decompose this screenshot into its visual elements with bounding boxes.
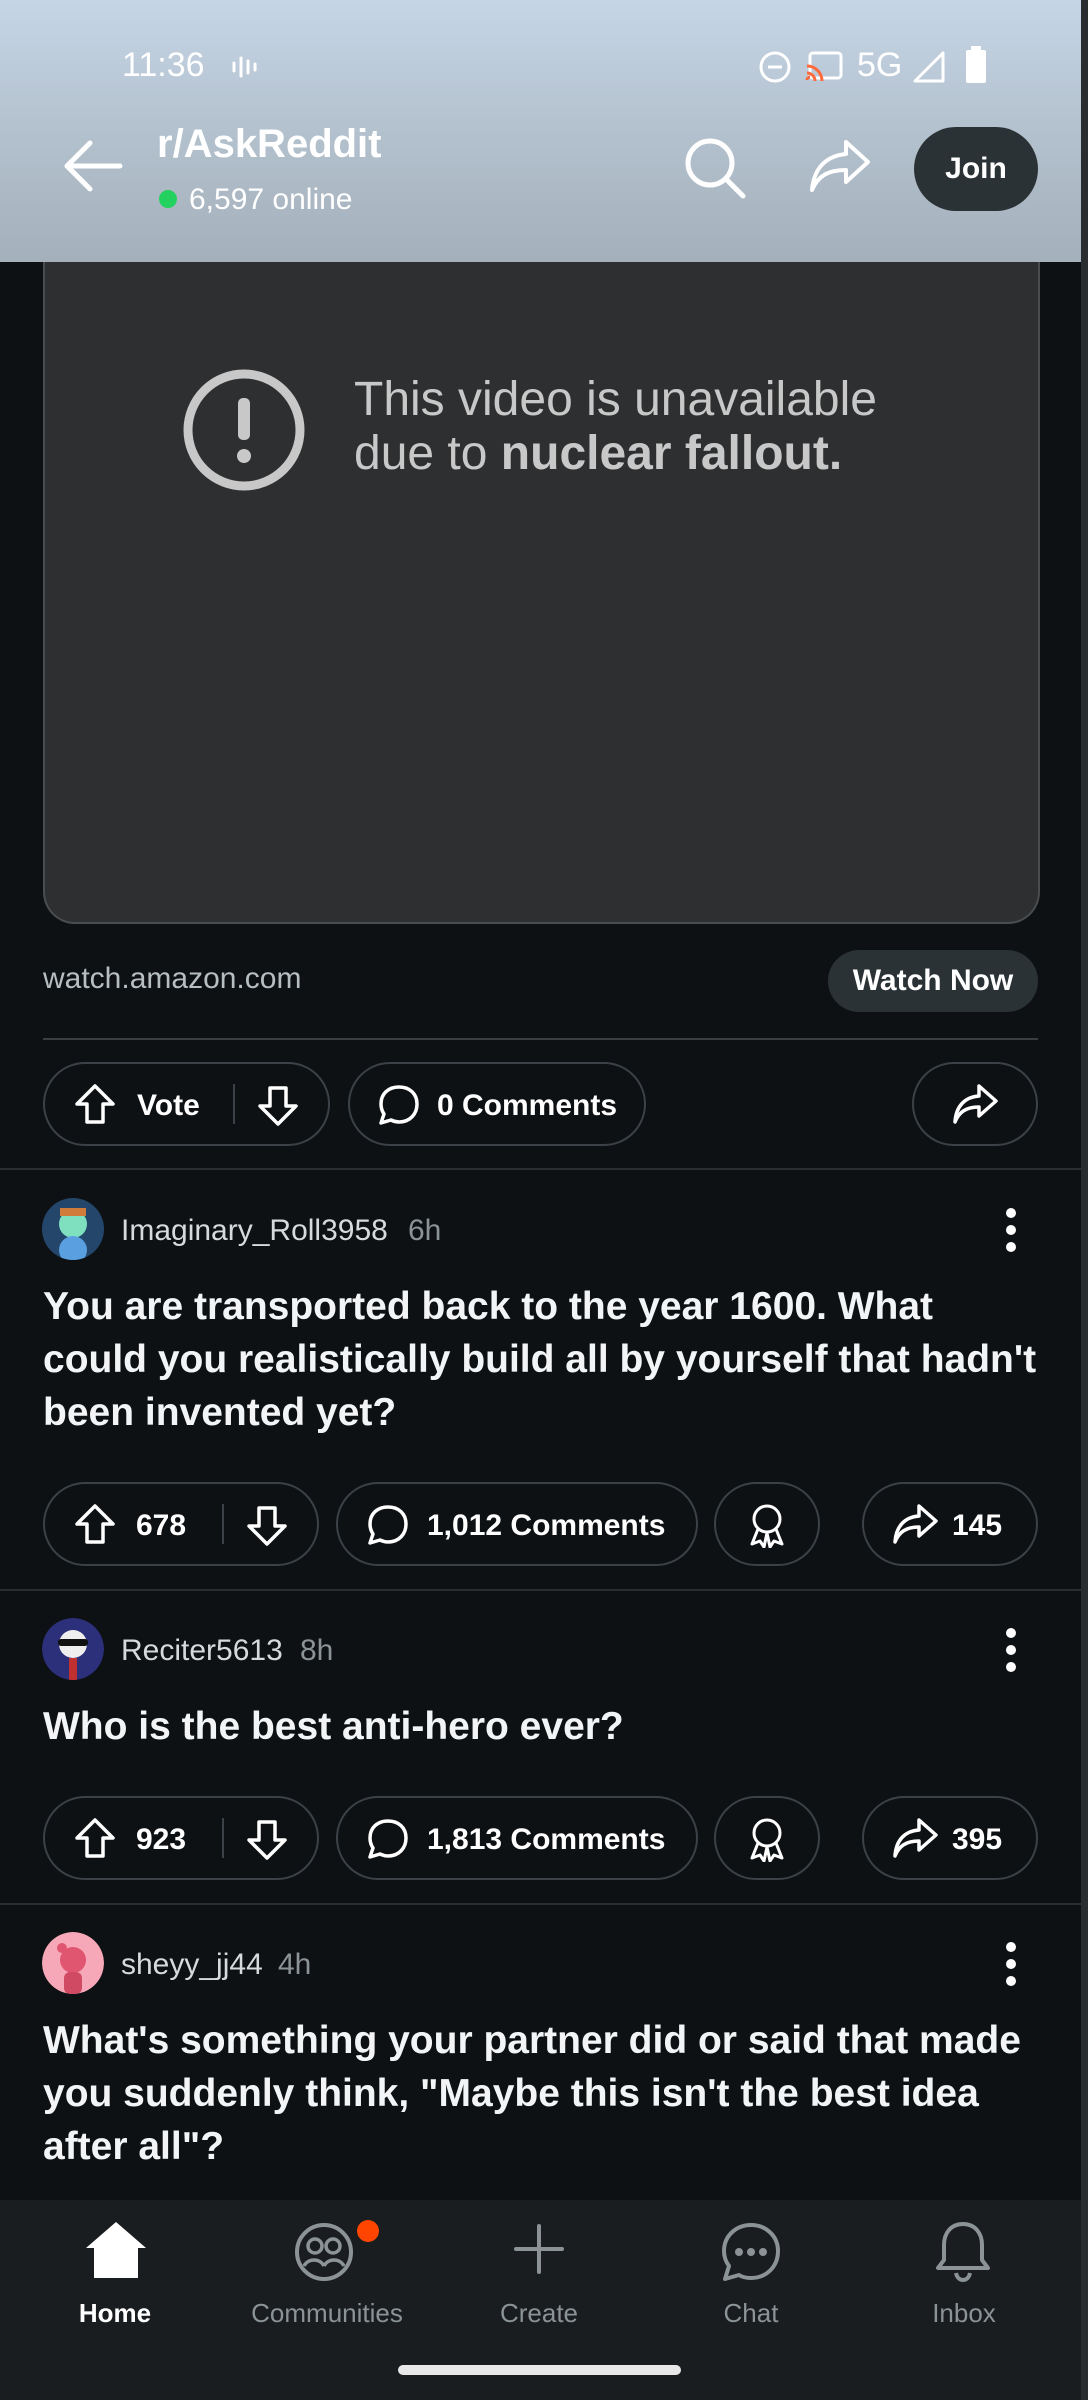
avatar[interactable] — [42, 1618, 104, 1680]
nav-home-label[interactable]: Home — [25, 2298, 205, 2329]
post-title[interactable]: What's something your partner did or sai… — [43, 2014, 1043, 2173]
notification-dot — [357, 2220, 379, 2242]
downvote-icon[interactable] — [245, 1818, 289, 1862]
vote-label: Vote — [137, 1089, 200, 1122]
watch-now-button[interactable]: Watch Now — [828, 950, 1038, 1012]
comment-icon — [377, 1083, 421, 1127]
upvote-icon[interactable] — [73, 1502, 117, 1546]
award-icon — [745, 1816, 789, 1862]
subreddit-name[interactable]: r/AskReddit — [157, 122, 382, 167]
more-options-icon[interactable] — [1004, 1941, 1018, 1987]
share-count: 145 — [952, 1509, 1003, 1542]
post-age: 6h — [408, 1214, 442, 1247]
gesture-bar[interactable] — [398, 2365, 681, 2375]
avatar[interactable] — [42, 1198, 104, 1260]
post-author[interactable]: sheyy_jj44 — [121, 1948, 263, 1982]
video-player[interactable] — [43, 262, 1040, 924]
nav-chat-label[interactable]: Chat — [661, 2298, 841, 2329]
inbox-bell-icon[interactable] — [934, 2220, 992, 2282]
link-domain[interactable]: watch.amazon.com — [43, 962, 301, 996]
nav-create-label[interactable]: Create — [449, 2298, 629, 2329]
online-count: 6,597 online — [189, 183, 353, 216]
comments-count: 1,813 Comments — [427, 1823, 666, 1856]
chat-icon[interactable] — [721, 2222, 781, 2282]
more-options-icon[interactable] — [1004, 1627, 1018, 1673]
post-separator — [0, 1168, 1081, 1170]
comment-icon — [366, 1503, 410, 1547]
upvote-icon[interactable] — [73, 1082, 117, 1126]
post-separator — [0, 1903, 1081, 1905]
cast-icon — [804, 50, 844, 84]
online-indicator — [159, 190, 177, 208]
vote-divider — [222, 1818, 224, 1858]
post-age: 8h — [300, 1634, 334, 1667]
back-arrow-icon[interactable] — [62, 138, 124, 194]
vote-divider — [222, 1504, 224, 1544]
voice-activity-icon — [231, 54, 261, 80]
alert-icon — [182, 368, 306, 492]
post-age: 4h — [278, 1948, 312, 1981]
share-button[interactable] — [862, 1796, 1038, 1880]
nav-inbox-label[interactable]: Inbox — [874, 2298, 1054, 2329]
video-unavailable-reason: due to nuclear fallout. — [354, 426, 842, 481]
avatar[interactable] — [42, 1932, 104, 1994]
reason-prefix: due to — [354, 427, 501, 480]
post-author[interactable]: Imaginary_Roll3958 — [121, 1214, 388, 1248]
home-icon[interactable] — [84, 2220, 148, 2280]
reason-bold: nuclear fallout. — [500, 427, 843, 480]
create-icon[interactable] — [512, 2222, 566, 2276]
battery-icon — [965, 46, 987, 84]
status-time: 11:36 — [122, 46, 205, 84]
join-button[interactable]: Join — [914, 127, 1038, 211]
share-icon[interactable] — [808, 138, 872, 194]
share-icon — [951, 1082, 999, 1126]
network-type: 5G — [857, 46, 903, 84]
award-icon — [745, 1502, 789, 1548]
downvote-icon[interactable] — [245, 1504, 289, 1548]
vote-divider — [233, 1084, 235, 1124]
dnd-icon — [758, 50, 792, 84]
post-title[interactable]: Who is the best anti-hero ever? — [43, 1700, 1043, 1753]
scrollbar-track — [1081, 0, 1088, 2400]
share-icon — [891, 1502, 939, 1546]
share-icon — [891, 1816, 939, 1860]
vote-score: 678 — [136, 1509, 187, 1542]
more-options-icon[interactable] — [1004, 1207, 1018, 1253]
post-author[interactable]: Reciter5613 — [121, 1634, 283, 1668]
divider — [43, 1038, 1038, 1040]
communities-icon[interactable] — [294, 2222, 358, 2282]
upvote-icon[interactable] — [73, 1816, 117, 1860]
nav-communities-label[interactable]: Communities — [237, 2298, 417, 2329]
comments-count: 1,012 Comments — [427, 1509, 666, 1542]
vote-score: 923 — [136, 1823, 187, 1856]
signal-icon — [912, 50, 946, 84]
comments-count: 0 Comments — [437, 1089, 618, 1122]
share-button[interactable] — [862, 1482, 1038, 1566]
search-icon[interactable] — [683, 136, 747, 200]
comment-icon — [366, 1817, 410, 1861]
post-separator — [0, 1589, 1081, 1591]
downvote-icon[interactable] — [256, 1084, 300, 1128]
share-count: 395 — [952, 1823, 1003, 1856]
post-title[interactable]: You are transported back to the year 160… — [43, 1280, 1043, 1439]
video-unavailable-message: This video is unavailable — [354, 373, 877, 426]
